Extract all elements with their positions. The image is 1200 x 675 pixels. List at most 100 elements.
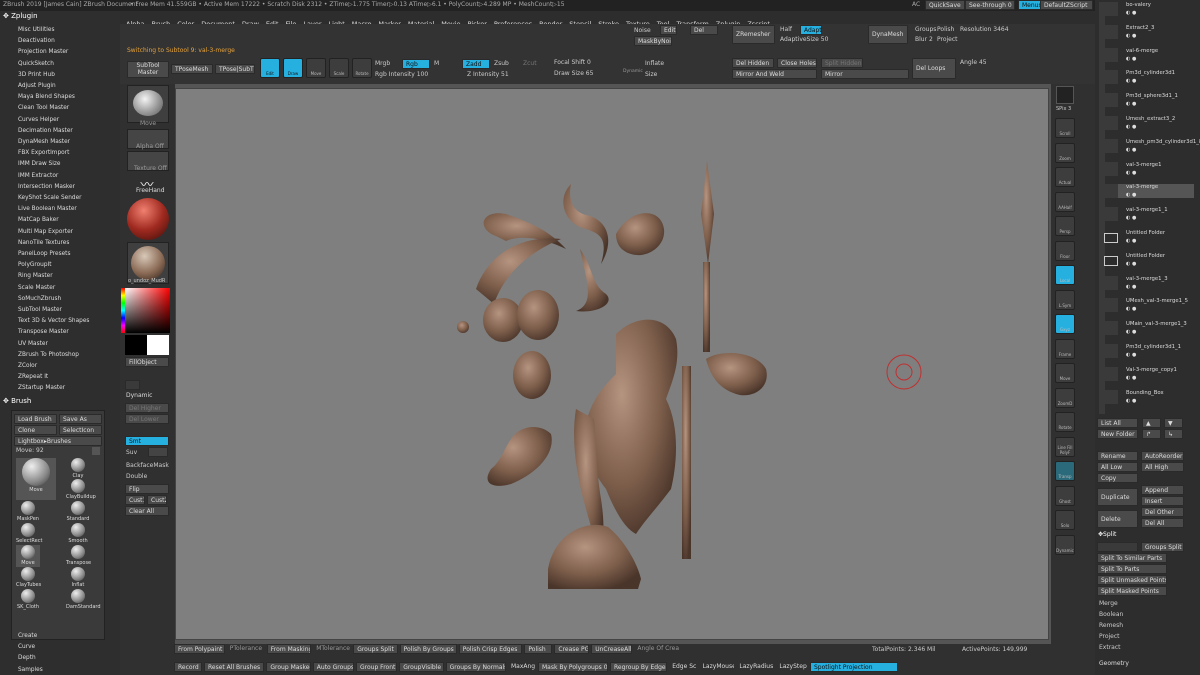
arrow-down-icon[interactable]: ▼ <box>1164 418 1183 428</box>
subtool-toggles[interactable]: ◐ ● <box>1126 170 1136 176</box>
clear-all-button[interactable]: Clear All <box>125 506 169 516</box>
brush-move[interactable]: Move <box>16 458 56 500</box>
brush-standard[interactable]: Standard <box>66 501 90 523</box>
default-script-button[interactable]: DefaultZScript <box>1040 0 1093 10</box>
plugin-item-fbx-exportimport[interactable]: FBX ExportImport <box>18 150 69 156</box>
edit-mode-button[interactable]: Edit <box>260 58 280 78</box>
bottom-group-masked[interactable]: Group Masked <box>266 662 311 672</box>
subtool-toggles[interactable]: ◐ ● <box>1126 10 1136 16</box>
subtool-toggles[interactable]: ◐ ● <box>1126 56 1136 62</box>
subtool-item[interactable]: Pm3d_cylinder3d1_1 ◐ ● <box>1104 344 1194 358</box>
subtool-item[interactable]: Untitled Folder ◐ ● <box>1104 230 1194 244</box>
subtool-toggles[interactable]: ◐ ● <box>1126 284 1136 290</box>
double-label[interactable]: Double <box>126 474 147 480</box>
plugin-item-polygroupit[interactable]: PolyGroupIt <box>18 262 52 268</box>
resolution-slider[interactable]: Resolution 3464 <box>960 27 1009 33</box>
new-folder-button[interactable]: New Folder <box>1097 429 1138 439</box>
plugin-item-imm-draw-size[interactable]: IMM Draw Size <box>18 161 60 167</box>
sculpt-model-parts[interactable] <box>176 89 1050 641</box>
subtool-item[interactable]: Bounding_Box ◐ ● <box>1104 389 1194 404</box>
arrow-up-icon[interactable]: ▲ <box>1142 418 1161 428</box>
sphere-part[interactable] <box>457 321 469 333</box>
subtool-toggles[interactable]: ◐ ● <box>1126 147 1136 153</box>
subtool-item[interactable]: Untitled Folder ◐ ● <box>1104 253 1194 267</box>
plugin-item-zstartup-master[interactable]: ZStartup Master <box>18 385 65 391</box>
bottom-groups-by-normals[interactable]: Groups By Normals <box>445 662 506 672</box>
mrgb-toggle[interactable]: Mrgb <box>375 61 390 67</box>
tray-persp[interactable]: Persp <box>1055 216 1075 236</box>
subtool-toggles[interactable]: ◐ ● <box>1126 215 1136 221</box>
bottom-uncreaseall[interactable]: UnCreaseAll <box>591 644 633 654</box>
all-high-button[interactable]: All High <box>1141 462 1184 472</box>
subtool-item[interactable]: val-3-merge1 ◐ ● <box>1104 161 1194 176</box>
split-masked-button[interactable]: Split Masked Points <box>1097 586 1167 596</box>
plugin-item-imm-extractor[interactable]: IMM Extractor <box>18 173 58 179</box>
cust2-button[interactable]: Cust2 <box>147 495 167 505</box>
tray-line-fill-polyf[interactable]: Line Fill PolyF <box>1055 436 1075 457</box>
subtool-toggles[interactable]: ◐ ● <box>1126 78 1136 84</box>
tray-ghost[interactable]: Ghost <box>1055 485 1075 506</box>
subtool-toggles[interactable]: ◐ ● <box>1126 101 1136 107</box>
tray-floor[interactable]: Floor <box>1055 240 1075 261</box>
brush-selectrect[interactable]: SelectRect <box>16 523 42 545</box>
color-picker[interactable] <box>125 288 170 333</box>
plugin-item-adjust-plugin[interactable]: Adjust Plugin <box>18 83 56 89</box>
brush-move[interactable]: Move <box>16 545 40 567</box>
quicksave-button[interactable]: QuickSave <box>925 0 965 10</box>
move-up-icon[interactable]: ↱ <box>1142 429 1161 439</box>
tray-zoomd[interactable]: ZoomD <box>1055 387 1075 408</box>
plugin-item-deactivation[interactable]: Deactivation <box>18 38 55 44</box>
document-canvas[interactable] <box>175 88 1049 640</box>
suv-button[interactable] <box>148 447 168 457</box>
tray-l-sym[interactable]: L.Sym <box>1055 289 1075 310</box>
bottom-lazyradius[interactable]: LazyRadius <box>736 662 774 672</box>
brush-maskpen[interactable]: MaskPen <box>16 501 40 523</box>
smt-toggle[interactable]: Smt <box>125 436 169 446</box>
subtool-toggles[interactable]: ◐ ● <box>1126 192 1136 198</box>
bottom-lazystep[interactable]: LazyStep <box>776 662 808 672</box>
head-bust[interactable] <box>517 290 559 340</box>
split-header[interactable]: ✥Split <box>1098 532 1116 538</box>
rock-base[interactable] <box>548 524 641 589</box>
plugin-item-nanotile-textures[interactable]: NanoTile Textures <box>18 240 69 246</box>
tray-zoom[interactable]: Zoom <box>1055 142 1075 163</box>
split-similar-button[interactable]: Split To Similar Parts <box>1097 553 1167 563</box>
blur-slider[interactable]: Blur 2 <box>915 37 933 43</box>
bottom-group-front[interactable]: Group Front <box>356 662 398 672</box>
plugin-item-text-3d-vector-shapes[interactable]: Text 3D & Vector Shapes <box>18 318 89 324</box>
bottom-maxang[interactable]: MaxAng <box>508 662 536 672</box>
plugin-item-panelloop-presets[interactable]: PanelLoop Presets <box>18 251 70 257</box>
brush-scroll-handle[interactable] <box>92 447 100 455</box>
inflate-slider[interactable]: Inflate <box>645 61 664 67</box>
hair-strand[interactable] <box>563 184 609 264</box>
zcut-toggle[interactable]: Zcut <box>523 61 537 67</box>
tposesubt-button[interactable]: TPose|SubT <box>215 64 255 74</box>
bottom-ptolerance[interactable]: PTolerance <box>227 644 265 654</box>
subtool-toggles[interactable]: ◐ ● <box>1126 352 1136 358</box>
bottom-polish[interactable]: Polish <box>524 644 553 654</box>
bottom-from-masking[interactable]: From Masking <box>266 644 312 654</box>
brush-header[interactable]: ✥ Brush <box>3 397 31 405</box>
head-bust[interactable] <box>513 351 551 399</box>
m-toggle[interactable]: M <box>434 61 439 67</box>
noise-edit-button[interactable]: Edit <box>660 25 677 35</box>
dynamic-label[interactable]: Dynamic <box>126 393 152 399</box>
bottom-polish-crisp-edges[interactable]: Polish Crisp Edges <box>458 644 523 654</box>
subtool-toggles[interactable]: ◐ ● <box>1126 329 1136 335</box>
bottom-regroup-by-edges[interactable]: Regroup By Edges <box>610 662 668 672</box>
plugin-item-zcolor[interactable]: ZColor <box>18 363 37 369</box>
brush-clay[interactable]: Clay <box>66 458 90 480</box>
plugin-item-keyshot-scale-sender[interactable]: KeyShot Scale Sender <box>18 195 82 201</box>
tray-transp[interactable]: Transp <box>1055 461 1075 481</box>
bpr-render-button[interactable] <box>1056 86 1074 104</box>
masknoise-button[interactable]: MaskByNoise <box>634 36 672 46</box>
plugin-item-dynamesh-master[interactable]: DynaMesh Master <box>18 139 70 145</box>
split-parts-button[interactable]: Split To Parts <box>1097 564 1167 574</box>
plugin-item-ring-master[interactable]: Ring Master <box>18 273 53 279</box>
plugin-item-intersection-masker[interactable]: Intersection Masker <box>18 184 75 190</box>
plugin-item-scale-master[interactable]: Scale Master <box>18 285 55 291</box>
head-bust[interactable] <box>483 298 523 342</box>
tposemesh-button[interactable]: TPoseMesh <box>171 64 213 74</box>
brush-transpose[interactable]: Transpose <box>66 545 91 567</box>
plugin-item-zbrush-to-photoshop[interactable]: ZBrush To Photoshop <box>18 352 79 358</box>
